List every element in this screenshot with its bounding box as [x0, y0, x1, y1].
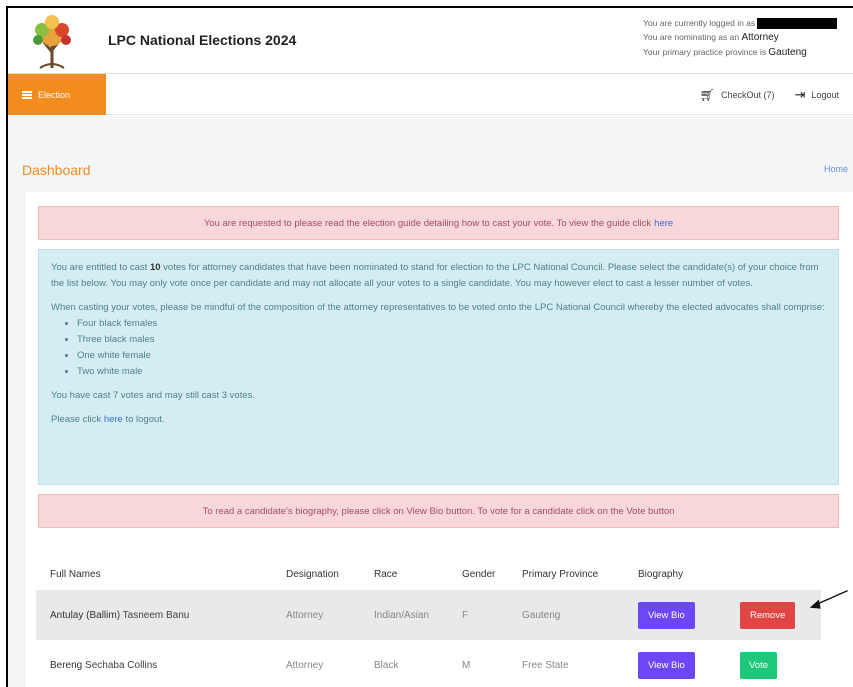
biography-cell: View Bio — [624, 640, 720, 687]
nominating-label: You are nominating as an — [643, 32, 740, 42]
candidate-given-names: Tasneem Banu — [122, 609, 190, 621]
breadcrumb-home-link[interactable]: Home — [824, 164, 848, 174]
checkout-link[interactable]: 🛒︎ CheckOut (7) — [700, 88, 775, 102]
header: LPC National Elections 2024 You are curr… — [8, 8, 853, 74]
candidate-race: Indian/Asian — [360, 590, 448, 640]
composition-list: Four black females Three black males One… — [77, 316, 826, 380]
province-value: Gauteng — [768, 47, 807, 58]
action-cell: Remove — [720, 590, 821, 640]
candidate-race: Black — [360, 640, 448, 687]
app-title: LPC National Elections 2024 — [108, 32, 297, 48]
composition-item: Four black females — [77, 316, 826, 332]
entitled-votes-count: 10 — [149, 262, 161, 273]
bio-instructions-text: To read a candidate's biography, please … — [202, 505, 675, 517]
annotation-arrow-icon — [809, 589, 848, 609]
vote-status: You have cast 7 votes and may still cast… — [51, 390, 256, 401]
guide-alert: You are requested to please read the ele… — [38, 206, 839, 240]
cart-icon: 🛒︎ — [699, 87, 716, 102]
candidate-surname: Bereng — [50, 659, 83, 671]
view-bio-button[interactable]: View Bio — [638, 651, 695, 679]
candidates-table: Full Names Designation Race Gender Prima… — [36, 558, 821, 687]
composition-item: One white female — [77, 348, 826, 364]
candidate-given-names: Sechaba Collins — [85, 659, 158, 671]
election-menu-button[interactable]: Election — [8, 74, 106, 115]
logout-label: Logout — [811, 89, 839, 100]
guide-link[interactable]: here — [654, 218, 673, 229]
redacted-username — [757, 18, 838, 30]
entitlement-text-b: votes for attorney candidates that have … — [51, 262, 819, 289]
view-bio-button[interactable]: View Bio — [638, 601, 695, 629]
biography-cell: View Bio — [624, 590, 720, 640]
tree-logo-icon — [33, 15, 71, 69]
navbar: Election 🛒︎ CheckOut (7) ⇥ Logout — [8, 74, 853, 115]
user-info: You are currently logged in as You are n… — [643, 16, 838, 60]
election-label: Election — [38, 89, 71, 100]
entitlement-text-a: You are entitled to cast — [51, 262, 148, 273]
candidate-province: Gauteng — [508, 590, 624, 640]
candidate-gender: M — [448, 640, 508, 687]
logout-text-a: Please click — [51, 414, 102, 425]
logout-text-b: to logout. — [125, 414, 165, 425]
action-cell: Vote — [720, 640, 821, 687]
entitlement-paragraph: You are entitled to cast 10 votes for at… — [51, 260, 826, 292]
checkout-label: CheckOut (7) — [721, 89, 775, 100]
logged-in-label: You are currently logged in as — [643, 18, 756, 28]
candidate-gender: F — [448, 590, 508, 640]
hamburger-icon — [22, 90, 32, 99]
app-frame: LPC National Elections 2024 You are curr… — [6, 6, 853, 687]
composition-item: Three black males — [77, 332, 826, 348]
voting-info-alert: You are entitled to cast 10 votes for at… — [38, 249, 839, 485]
candidate-designation: Attorney — [272, 590, 360, 640]
col-action — [720, 558, 821, 590]
table-header-row: Full Names Designation Race Gender Prima… — [36, 558, 821, 590]
province-label: Your primary practice province is — [643, 47, 766, 57]
vote-button[interactable]: Vote — [740, 651, 778, 679]
candidate-name: Antulay (Ballim) Tasneem Banu — [36, 590, 272, 640]
composition-item: Two white male — [77, 364, 826, 380]
logout-here-link[interactable]: here — [104, 414, 123, 425]
col-primary-province: Primary Province — [508, 558, 624, 590]
candidate-name: Bereng Sechaba Collins — [36, 640, 272, 687]
logout-icon: ⇥ — [794, 86, 806, 102]
remove-vote-button[interactable]: Remove — [740, 601, 796, 629]
bio-instructions-alert: To read a candidate's biography, please … — [38, 494, 839, 528]
logout-link[interactable]: ⇥ Logout — [795, 87, 839, 103]
page-title: Dashboard — [22, 162, 91, 178]
candidate-surname: Antulay (Ballim) — [50, 609, 121, 621]
nominating-role: Attorney — [741, 32, 779, 43]
col-race: Race — [360, 558, 448, 590]
table-row: Antulay (Ballim) Tasneem Banu Attorney I… — [36, 590, 821, 640]
logout-paragraph: Please click here to logout. — [51, 412, 826, 428]
candidate-province: Free State — [508, 640, 624, 687]
composition-paragraph: When casting your votes, please be mindf… — [51, 302, 825, 313]
nav-right: 🛒︎ CheckOut (7) ⇥ Logout — [700, 74, 839, 115]
col-full-names: Full Names — [36, 558, 272, 590]
col-designation: Designation — [272, 558, 360, 590]
col-gender: Gender — [448, 558, 508, 590]
candidate-designation: Attorney — [272, 640, 360, 687]
col-biography: Biography — [624, 558, 720, 590]
table-row: Bereng Sechaba Collins Attorney Black M … — [36, 640, 821, 687]
guide-alert-text: You are requested to please read the ele… — [203, 217, 652, 229]
